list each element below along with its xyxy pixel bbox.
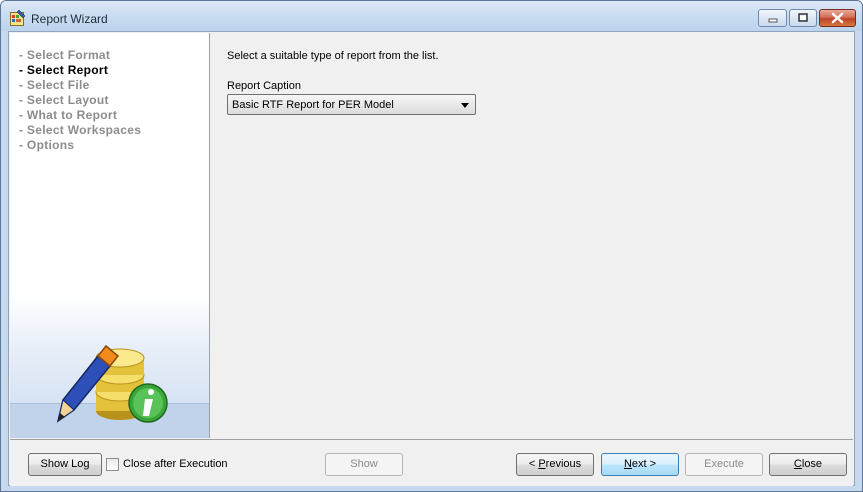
report-wizard-window: Report Wizard - Select Format - Select R…: [0, 0, 863, 492]
wizard-client-area: - Select Format - Select Report - Select…: [8, 31, 855, 486]
close-button[interactable]: Close: [769, 453, 847, 476]
minimize-icon: [768, 18, 778, 23]
minimize-button[interactable]: [758, 9, 787, 27]
chevron-down-icon: [461, 103, 469, 108]
maximize-icon: [798, 13, 808, 22]
show-log-button[interactable]: Show Log: [28, 453, 102, 476]
show-button[interactable]: Show: [325, 453, 403, 476]
sidebar-artwork: [10, 296, 209, 438]
close-window-button[interactable]: [819, 9, 856, 27]
step-options: - Options: [19, 138, 75, 152]
step-select-file: - Select File: [19, 78, 90, 92]
close-after-execution-label[interactable]: Close after Execution: [123, 458, 228, 470]
report-wizard-app-icon: [10, 10, 26, 26]
execute-button[interactable]: Execute: [685, 453, 763, 476]
instruction-text: Select a suitable type of report from th…: [227, 50, 439, 62]
step-select-layout: - Select Layout: [19, 93, 109, 107]
maximize-button[interactable]: [789, 9, 817, 27]
report-caption-value: Basic RTF Report for PER Model: [232, 99, 394, 111]
wizard-steps-panel: - Select Format - Select Report - Select…: [10, 33, 210, 438]
step-what-to-report: - What to Report: [19, 108, 118, 122]
wizard-page: Select a suitable type of report from th…: [210, 33, 854, 438]
step-select-workspaces: - Select Workspaces: [19, 123, 142, 137]
previous-button[interactable]: < Previous: [516, 453, 594, 476]
step-select-report: - Select Report: [19, 63, 109, 77]
wizard-footer: Show Log Close after Execution Show < Pr…: [10, 439, 853, 486]
report-caption-label: Report Caption: [227, 80, 301, 92]
title-bar[interactable]: Report Wizard: [1, 1, 862, 31]
window-title: Report Wizard: [31, 12, 108, 26]
pencil-database-info-icon: [56, 344, 168, 423]
report-caption-dropdown[interactable]: Basic RTF Report for PER Model: [227, 94, 476, 115]
next-button[interactable]: Next >: [601, 453, 679, 476]
step-select-format: - Select Format: [19, 48, 111, 62]
close-after-execution-checkbox[interactable]: [106, 458, 119, 471]
close-icon: [831, 12, 844, 24]
